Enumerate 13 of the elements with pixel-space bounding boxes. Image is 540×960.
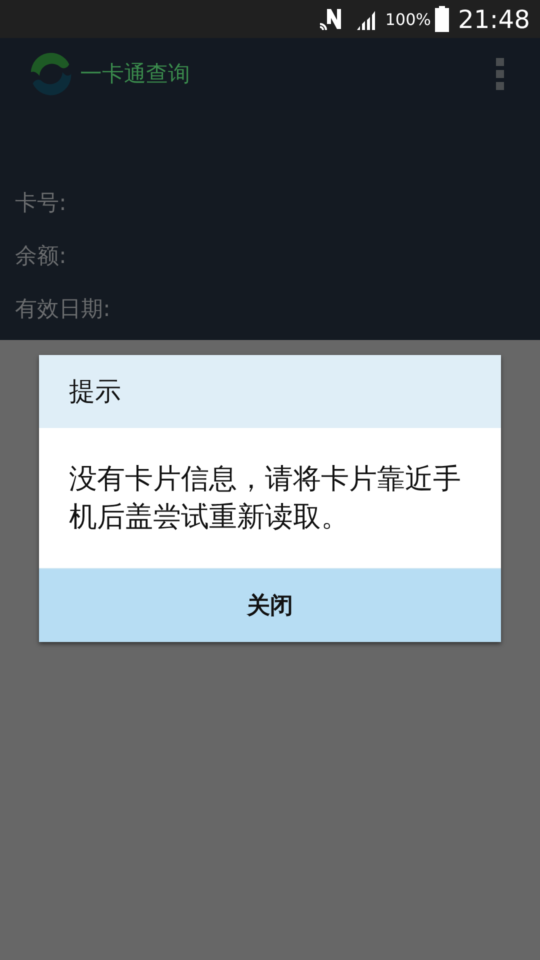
overflow-menu-icon[interactable]: [496, 58, 504, 90]
field-label: 余额:: [15, 243, 66, 271]
app-title: 一卡通查询: [80, 61, 191, 89]
dialog-title: 提示: [69, 376, 121, 409]
field-label: 卡号:: [15, 190, 66, 218]
logo-icon: [28, 51, 74, 97]
battery-percentage: 100%: [385, 10, 431, 28]
nfc-icon: [319, 7, 344, 31]
field-label: 有效日期:: [15, 296, 110, 324]
dialog-message: 没有卡片信息，请将卡片靠近手机后盖尝试重新读取。: [69, 461, 462, 535]
battery-icon: [434, 6, 450, 32]
close-button[interactable]: 关闭: [39, 568, 501, 642]
clock-time: 21:48: [458, 4, 530, 34]
